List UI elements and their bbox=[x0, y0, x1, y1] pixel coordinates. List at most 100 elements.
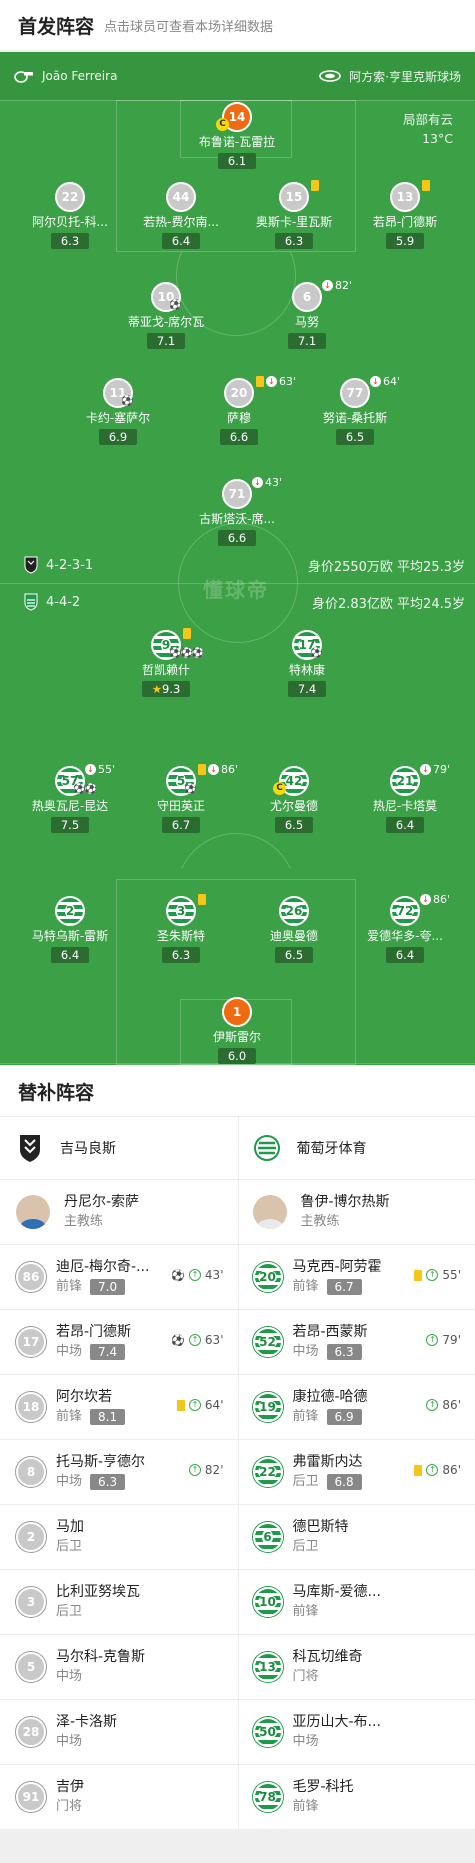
home-player[interactable]: 13 若昂-门德斯 5.9 bbox=[350, 180, 460, 249]
home-player[interactable]: 6 ↓ 82' 马努 7.1 bbox=[252, 279, 362, 349]
sub-number: 3 bbox=[16, 1587, 46, 1617]
player-number: 20 bbox=[224, 378, 254, 408]
sub-out-marker: ↓ 64' bbox=[370, 375, 400, 388]
away-player[interactable]: 42 C 尤尔曼德 6.5 bbox=[239, 766, 349, 833]
sub-in-icon: ↑ bbox=[188, 1334, 201, 1346]
yellow-card-icon bbox=[414, 1464, 423, 1476]
player-number: 3 bbox=[166, 896, 196, 926]
home-player[interactable]: 22 阿尔贝托-科... 6.3 bbox=[15, 182, 125, 249]
home-sub-player[interactable]: 28 泽-卡洛斯 中场 bbox=[0, 1700, 238, 1764]
sub-number: 28 bbox=[16, 1717, 46, 1747]
home-player[interactable]: 20 ↓ 63' 萨穆 6.6 bbox=[184, 375, 296, 445]
away-sub-player[interactable]: 19 康拉德-哈德 前锋 6.9 ↑ 86' bbox=[237, 1375, 475, 1439]
sub-out-icon: ↓ bbox=[322, 280, 333, 291]
player-name: 爱德华多-夸... bbox=[367, 929, 443, 943]
away-sub-player[interactable]: 52 若昂-西蒙斯 中场 6.3 ↑ 79' bbox=[237, 1310, 475, 1374]
sub-position: 前锋 bbox=[292, 1799, 319, 1814]
home-player[interactable]: 71 ↓ 43' 古斯塔沃-席... 6.6 bbox=[182, 476, 292, 546]
home-player[interactable]: 11 ⚽ 卡约-塞萨尔 6.9 bbox=[63, 378, 173, 445]
yellow-card-icon bbox=[414, 1269, 423, 1281]
player-avatar: 21 ↓ 79' bbox=[390, 763, 450, 796]
sub-name: 迪厄-梅尔奇-... bbox=[56, 1259, 150, 1275]
away-team-cell[interactable]: 葡萄牙体育 bbox=[237, 1117, 475, 1179]
away-sub-player[interactable]: 78 毛罗-科托 前锋 bbox=[237, 1765, 475, 1829]
home-player[interactable]: 44 若热-费尔南... 6.4 bbox=[126, 182, 236, 249]
away-sub-player[interactable]: 50 亚历山大-布... 中场 bbox=[237, 1700, 475, 1764]
venue: 阿方索·亨里克斯球场 bbox=[319, 68, 461, 85]
star-icon: ★ bbox=[151, 682, 162, 696]
player-rating: 6.7 bbox=[161, 817, 201, 833]
sub-rating: 6.7 bbox=[326, 1279, 362, 1295]
away-coach-cell[interactable]: 鲁伊-博尔热斯 主教练 bbox=[237, 1180, 475, 1244]
away-player[interactable]: 57 ↓ 55' ⚽⚽ 热奥瓦尼-昆达 7.5 bbox=[15, 763, 125, 833]
home-crest-icon bbox=[24, 556, 38, 574]
home-sub-player[interactable]: 17 若昂-门德斯 中场 7.4 ⚽ ↑ 63' bbox=[0, 1310, 238, 1374]
home-player[interactable]: 10 ⚽ 蒂亚戈-席尔瓦 7.1 bbox=[111, 282, 221, 349]
player-name: 圣朱斯特 bbox=[156, 929, 205, 943]
player-name: 马努 bbox=[294, 315, 319, 329]
player-rating: 6.5 bbox=[274, 817, 314, 833]
sub-out-marker: ↓ 63' bbox=[256, 375, 296, 388]
player-number: 71 bbox=[222, 479, 252, 509]
player-name: 尤尔曼德 bbox=[269, 799, 318, 813]
goals-icons: ⚽⚽ bbox=[73, 784, 97, 795]
away-player[interactable]: 1 伊斯雷尔 6.0 bbox=[182, 997, 292, 1064]
away-player[interactable]: 72 ↓ 86' 爱德华多-夸... 6.4 bbox=[350, 893, 460, 963]
sub-name: 泽-卡洛斯 bbox=[56, 1714, 118, 1730]
sub-out-marker: ↓ 43' bbox=[252, 476, 282, 489]
away-sub-player[interactable]: 20 马克西-阿劳霍 前锋 6.7 ↑ 55' bbox=[237, 1245, 475, 1309]
referee-name: João Ferreira bbox=[42, 69, 118, 83]
player-name: 阿尔贝托-科... bbox=[32, 215, 108, 229]
away-sub-player[interactable]: 10 马库斯-爱德... 前锋 bbox=[237, 1570, 475, 1634]
player-rating: 6.4 bbox=[385, 817, 425, 833]
sub-name: 马克西-阿劳霍 bbox=[292, 1259, 382, 1275]
sub-position: 门将 bbox=[292, 1669, 319, 1684]
sub-events: ↑ 86' bbox=[426, 1398, 461, 1412]
player-name: 哲凯赖什 bbox=[141, 663, 190, 677]
player-rating: 6.3 bbox=[50, 233, 90, 249]
home-sub-player[interactable]: 3 比利亚努埃瓦 后卫 bbox=[0, 1570, 238, 1634]
sub-in-minute: 79' bbox=[442, 1333, 461, 1347]
player-rating: 6.5 bbox=[274, 947, 314, 963]
sub-name: 科瓦切维奇 bbox=[292, 1649, 363, 1665]
home-team-name: 吉马良斯 bbox=[60, 1141, 116, 1157]
away-player[interactable]: 26 迪奥曼德 6.5 bbox=[239, 896, 349, 963]
player-avatar: 22 bbox=[55, 182, 85, 212]
home-coach-cell[interactable]: 丹尼尔-索萨 主教练 bbox=[0, 1180, 238, 1244]
player-number: 15 bbox=[279, 182, 309, 212]
lineup-subtitle: 点击球员可查看本场详细数据 bbox=[104, 19, 274, 35]
home-sub-player[interactable]: 18 阿尔坎若 前锋 8.1 ↑ 64' bbox=[0, 1375, 238, 1439]
sub-position: 后卫 bbox=[56, 1604, 83, 1619]
home-player[interactable]: 15 奥斯卡-里瓦斯 6.3 bbox=[239, 180, 349, 249]
sub-in-minute: 64' bbox=[204, 1398, 224, 1412]
sub-name: 弗雷斯内达 bbox=[292, 1454, 363, 1470]
home-sub-player[interactable]: 5 马尔科-克鲁斯 中场 bbox=[0, 1635, 238, 1699]
away-sub-player[interactable]: 6 德巴斯特 后卫 bbox=[237, 1505, 475, 1569]
player-avatar: 9 ⚽⚽⚽ bbox=[151, 628, 204, 660]
away-player[interactable]: 5 ↓ 86' ⚽ 守田英正 6.7 bbox=[126, 763, 238, 833]
away-player[interactable]: 9 ⚽⚽⚽ 哲凯赖什 ★9.3 bbox=[111, 628, 221, 697]
home-player[interactable]: 77 ↓ 64' 努诺-桑托斯 6.5 bbox=[300, 375, 410, 445]
away-player[interactable]: 17 ⚽ 特林康 7.4 bbox=[252, 630, 362, 697]
player-avatar: 17 ⚽ bbox=[292, 630, 322, 660]
home-sub-player[interactable]: 2 马加 后卫 bbox=[0, 1505, 238, 1569]
away-player[interactable]: 3 圣朱斯特 6.3 bbox=[126, 894, 236, 963]
sub-number: 78 bbox=[252, 1782, 283, 1812]
away-sub-player[interactable]: 22 弗雷斯内达 后卫 6.8 ↑ 86' bbox=[237, 1440, 475, 1504]
home-team-cell[interactable]: 吉马良斯 bbox=[0, 1117, 238, 1179]
player-name: 努诺-桑托斯 bbox=[322, 411, 388, 425]
player-rating: 6.4 bbox=[385, 947, 425, 963]
away-sub-player[interactable]: 13 科瓦切维奇 门将 bbox=[237, 1635, 475, 1699]
sub-out-icon: ↓ bbox=[266, 376, 277, 387]
home-sub-player[interactable]: 91 吉伊 门将 bbox=[0, 1765, 238, 1829]
home-player[interactable]: 14 C 布鲁诺-瓦雷拉 6.1 bbox=[182, 102, 292, 169]
captain-icon: C bbox=[216, 118, 229, 131]
away-player[interactable]: 2 马特乌斯-雷斯 6.4 bbox=[15, 896, 125, 963]
home-sub-player[interactable]: 8 托马斯-亨德尔 中场 6.3 ↑ 82' bbox=[0, 1440, 238, 1504]
home-sub-player[interactable]: 86 迪厄-梅尔奇-... 前锋 7.0 ⚽ ↑ 43' bbox=[0, 1245, 238, 1309]
sub-in-icon: ↑ bbox=[426, 1464, 439, 1476]
away-player[interactable]: 21 ↓ 79' 热尼-卡塔莫 6.4 bbox=[350, 763, 460, 833]
sub-name: 马尔科-克鲁斯 bbox=[56, 1649, 146, 1665]
sub-position: 前锋 bbox=[56, 1409, 83, 1424]
yellow-card-icon bbox=[311, 180, 319, 191]
